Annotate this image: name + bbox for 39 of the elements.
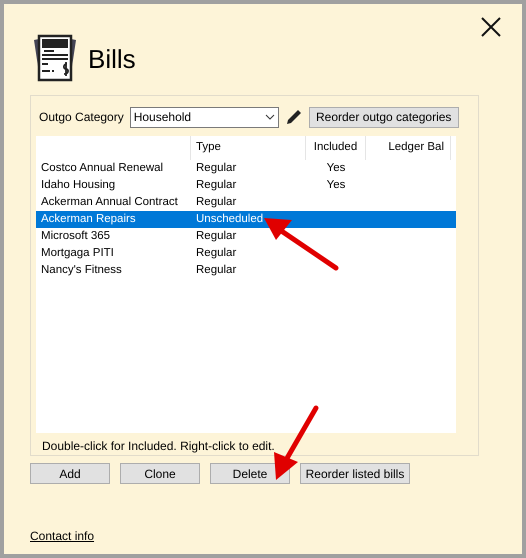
close-icon[interactable] xyxy=(480,16,502,38)
action-button[interactable]: Clone xyxy=(120,463,200,484)
chevron-down-icon xyxy=(264,114,275,120)
bill-type: Regular xyxy=(195,246,238,261)
column-header[interactable]: Type xyxy=(191,136,306,160)
pencil-icon[interactable] xyxy=(284,108,303,126)
bill-name: Idaho Housing xyxy=(40,178,116,193)
action-button[interactable]: Delete xyxy=(210,463,290,484)
bill-row[interactable]: Mortgaga PITI Regular xyxy=(36,245,456,262)
column-header[interactable]: Included xyxy=(306,136,366,160)
bill-type: Unscheduled xyxy=(195,212,264,227)
bill-name: Ackerman Annual Contract xyxy=(40,194,179,210)
contact-link[interactable]: Contact info xyxy=(30,527,94,545)
action-button[interactable]: Reorder listed bills xyxy=(300,463,410,484)
bill-included: Yes xyxy=(326,160,346,176)
bill-type: Regular xyxy=(195,262,238,278)
bill-row[interactable]: Ackerman Annual Contract Regular xyxy=(36,194,456,211)
bill-row[interactable]: Nancy's Fitness Regular xyxy=(36,262,456,279)
action-button[interactable]: Add xyxy=(30,463,110,484)
bill-name: Mortgaga PITI xyxy=(40,246,115,261)
bill-type: Regular xyxy=(195,194,238,210)
bill-row[interactable]: Microsoft 365 Regular xyxy=(36,228,456,245)
bill-name: Costco Annual Renewal xyxy=(40,160,164,176)
bill-type: Regular xyxy=(195,160,238,176)
bill-name: Microsoft 365 xyxy=(40,228,112,244)
bill-type: Regular xyxy=(195,228,238,244)
column-header[interactable]: Ledger Bal xyxy=(366,136,451,160)
bill-row[interactable]: Idaho Housing Regular Yes xyxy=(36,177,456,194)
hint-text: Double-click for Included. Right-click to edit. xyxy=(42,438,276,455)
bill-row[interactable]: Ackerman Repairs Unscheduled xyxy=(36,211,456,228)
reorder-categories-button[interactable]: Reorder outgo categories xyxy=(308,106,459,128)
bill-type: Regular xyxy=(195,178,238,193)
category-label: Outgo Category xyxy=(39,109,124,126)
category-dropdown[interactable]: Household xyxy=(130,106,279,128)
bill-name: Nancy's Fitness xyxy=(40,262,123,278)
bill-included: Yes xyxy=(326,178,346,193)
bill-name: Ackerman Repairs xyxy=(40,212,137,227)
bill-row[interactable]: Costco Annual Renewal Regular Yes xyxy=(36,160,456,177)
window-title: Bills xyxy=(88,42,136,76)
